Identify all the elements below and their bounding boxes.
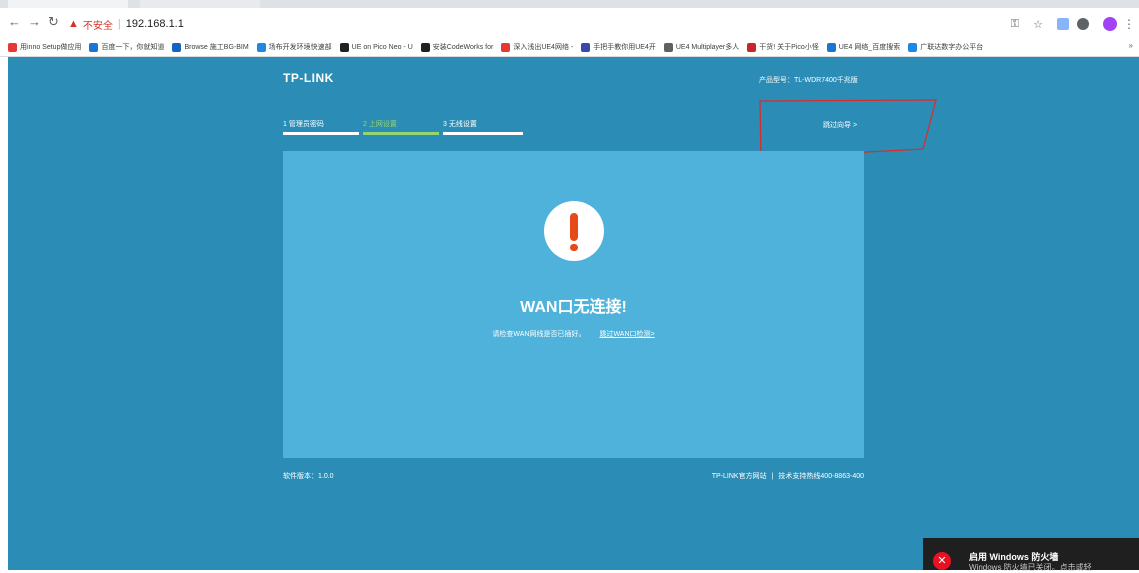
notification-body: Windows 防火墙已关闭。点击或轻 bbox=[969, 563, 1092, 572]
key-icon[interactable]: ⚿ bbox=[1011, 18, 1019, 31]
browser-tab-active[interactable] bbox=[8, 0, 128, 8]
footer-divider: | bbox=[771, 473, 774, 480]
bookmark-label: 百度一下，你就知道 bbox=[101, 44, 165, 51]
bookmark-item[interactable]: Browse 施工BG-BIM bbox=[172, 42, 249, 52]
bookmark-label: 安装CodeWorks for bbox=[432, 44, 494, 51]
bookmark-favicon bbox=[581, 42, 591, 52]
step-bar-2 bbox=[363, 132, 439, 135]
profile-avatar[interactable] bbox=[1103, 17, 1117, 31]
bookmark-label: UE on Pico Neo - U bbox=[351, 43, 413, 51]
step-admin-password: 1 管理员密码 bbox=[283, 121, 324, 128]
bookmark-favicon bbox=[826, 42, 836, 52]
bookmark-favicon bbox=[339, 42, 349, 52]
bookmark-item[interactable]: UE4 网络_百度搜索 bbox=[826, 42, 901, 52]
bookmarks-bar: 用inno Setup做应用 百度一下，你就知道 Browse 施工BG-BIM 场布… bbox=[0, 38, 1139, 57]
firmware-version: 软件版本：1.0.0 bbox=[283, 473, 334, 480]
back-icon[interactable]: ← bbox=[8, 14, 21, 30]
bookmark-favicon bbox=[172, 42, 182, 52]
product-model: 产品型号：TL-WDR7400千兆版 bbox=[759, 77, 858, 84]
url-field[interactable]: ▲ 不安全 | 192.168.1.1 bbox=[68, 17, 184, 32]
insecure-label: 不安全 bbox=[82, 20, 113, 32]
bookmark-item[interactable]: 干货! 关于Pico小怪 bbox=[747, 42, 819, 52]
more-menu-icon[interactable]: ⋮ bbox=[1123, 17, 1135, 31]
alert-icon bbox=[544, 201, 604, 261]
bookmark-label: 广联达数字办公平台 bbox=[920, 44, 984, 51]
toolbar-right: ⚿ ☆ ⋮ bbox=[997, 15, 1139, 33]
bookmark-label: 场布开发环境快速部 bbox=[268, 44, 332, 51]
step-internet-settings: 2 上网设置 bbox=[363, 121, 397, 128]
bookmark-item[interactable]: UE on Pico Neo - U bbox=[339, 42, 413, 52]
bookmark-label: 干货! 关于Pico小怪 bbox=[759, 44, 819, 51]
bookmark-label: UE4 网络_百度搜索 bbox=[838, 44, 901, 51]
star-icon[interactable]: ☆ bbox=[1033, 18, 1043, 31]
bookmark-item[interactable]: 用inno Setup做应用 bbox=[8, 42, 81, 52]
bookmark-label: 深入浅出UE4网络 - bbox=[513, 44, 574, 51]
bookmark-item[interactable]: UE4 Multiplayer多人 bbox=[663, 42, 740, 52]
step-bar-3 bbox=[443, 132, 523, 135]
bookmark-item[interactable]: 深入浅出UE4网络 - bbox=[501, 42, 573, 52]
router-page: TP-LINK 产品型号：TL-WDR7400千兆版 1 管理员密码 2 上网设… bbox=[8, 57, 1139, 570]
check-cable-text: 请检查WAN网线是否已插好。 bbox=[492, 331, 586, 338]
bookmark-favicon bbox=[501, 42, 511, 52]
bookmark-favicon bbox=[747, 42, 757, 52]
exclamation-bar bbox=[570, 213, 578, 241]
firewall-notification[interactable]: ✕ 启用 Windows 防火墙 Windows 防火墙已关闭。点击或轻 bbox=[923, 538, 1139, 572]
browser-tab-strip bbox=[0, 0, 1139, 8]
reload-icon[interactable]: ↻ bbox=[48, 14, 59, 30]
bookmark-favicon bbox=[420, 42, 430, 52]
step-bar-1 bbox=[283, 132, 359, 135]
wan-status-card: WAN口无连接! 请检查WAN网线是否已插好。 跳过WAN口检测> bbox=[283, 151, 864, 458]
bookmark-item[interactable]: 百度一下，你就知道 bbox=[89, 42, 164, 52]
bookmark-favicon bbox=[908, 42, 918, 52]
url-text: 192.168.1.1 bbox=[125, 18, 184, 30]
bookmark-item[interactable]: 广联达数字办公平台 bbox=[908, 42, 983, 52]
extension-icon[interactable] bbox=[1077, 18, 1089, 30]
forward-icon[interactable]: → bbox=[28, 14, 41, 30]
official-site-link[interactable]: TP-LINK官方网站 bbox=[712, 473, 767, 480]
skip-wan-detection-link[interactable]: 跳过WAN口检测> bbox=[599, 331, 654, 338]
bookmark-favicon bbox=[663, 42, 673, 52]
bookmark-favicon bbox=[256, 42, 266, 52]
bookmark-item[interactable]: 安装CodeWorks for bbox=[420, 42, 494, 52]
bookmark-favicon bbox=[8, 42, 17, 52]
wizard-steps: 1 管理员密码 2 上网设置 3 无线设置 bbox=[283, 119, 523, 139]
wan-status-title: WAN口无连接! bbox=[520, 299, 627, 316]
address-bar: ← → ↻ ▲ 不安全 | 192.168.1.1 ⚿ ☆ ⋮ bbox=[0, 8, 1139, 38]
bookmarks-overflow-icon[interactable]: » bbox=[1129, 41, 1133, 50]
bookmark-label: 手把手教你用UE4开 bbox=[593, 44, 656, 51]
warning-icon: ▲ bbox=[68, 18, 79, 30]
browser-tab[interactable] bbox=[140, 0, 260, 8]
bookmark-label: UE4 Multiplayer多人 bbox=[675, 44, 740, 51]
bookmark-item[interactable]: 场布开发环境快速部 bbox=[256, 42, 332, 52]
step-wireless-settings: 3 无线设置 bbox=[443, 121, 477, 128]
bookmark-label: 用inno Setup做应用 bbox=[20, 44, 82, 51]
exclamation-dot bbox=[570, 244, 578, 251]
support-hotline: 技术支持热线400-8863-400 bbox=[778, 473, 864, 480]
bookmark-favicon bbox=[89, 42, 99, 52]
extension-icon[interactable] bbox=[1057, 18, 1069, 30]
bookmark-item[interactable]: 手把手教你用UE4开 bbox=[581, 42, 656, 52]
bookmark-label: Browse 施工BG-BIM bbox=[184, 44, 249, 51]
footer-links: TP-LINK官方网站 | 技术支持热线400-8863-400 bbox=[678, 471, 864, 481]
close-x-icon: ✕ bbox=[933, 552, 951, 570]
wan-status-message: 请检查WAN网线是否已插好。 跳过WAN口检测> bbox=[283, 329, 864, 339]
tp-link-logo: TP-LINK bbox=[283, 71, 334, 85]
url-divider: | bbox=[117, 18, 121, 30]
